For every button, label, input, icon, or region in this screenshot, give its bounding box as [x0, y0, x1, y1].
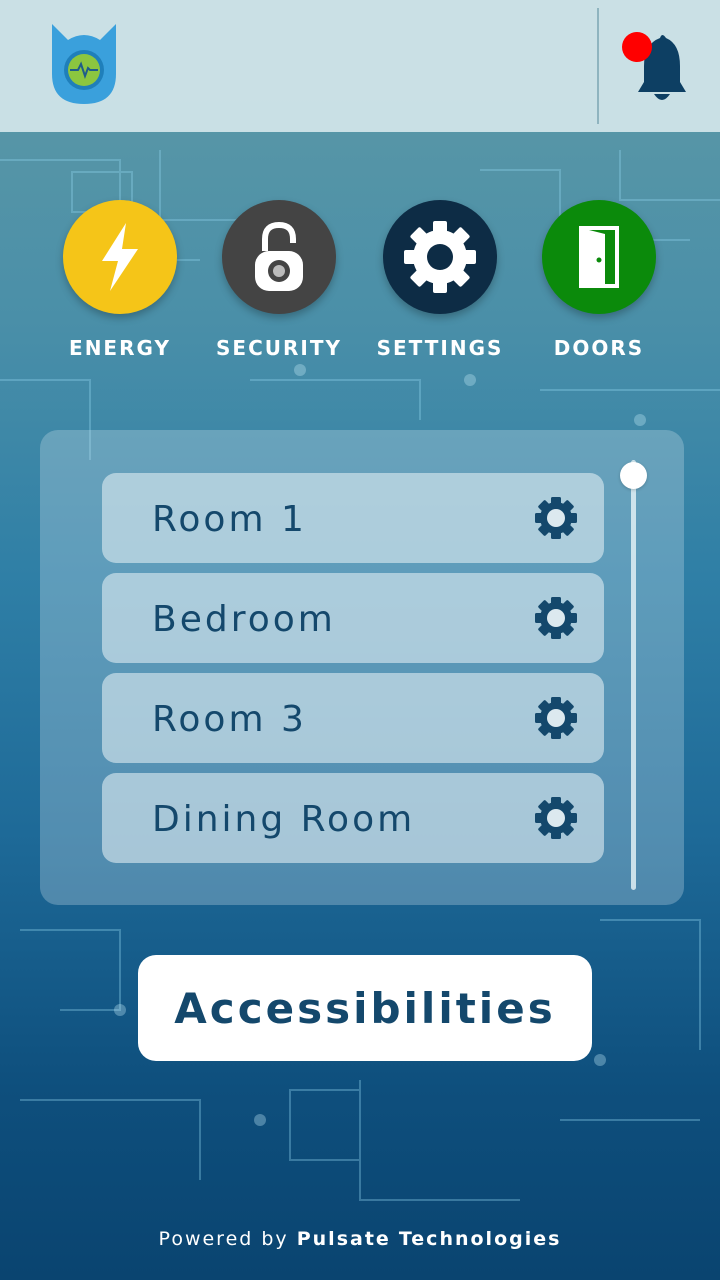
category-energy[interactable]: ENERGY: [50, 200, 190, 360]
footer-company-2: Technologies: [398, 1228, 562, 1250]
room-item[interactable]: Bedroom: [102, 573, 604, 663]
padlock-icon: [255, 221, 303, 291]
doors-circle: [542, 200, 656, 314]
home-screen: ENERGY SECURITY SETTINGS DOORS Room 1 Be…: [0, 0, 720, 1280]
lightning-icon: [102, 223, 138, 291]
door-icon: [579, 226, 619, 288]
accessibilities-button[interactable]: Accessibilities: [138, 955, 592, 1061]
category-security[interactable]: SECURITY: [209, 200, 349, 360]
footer-by: by: [261, 1228, 289, 1250]
scrollbar-track[interactable]: [631, 460, 636, 890]
room-item[interactable]: Room 1: [102, 473, 604, 563]
gear-icon[interactable]: [534, 496, 578, 540]
security-circle: [222, 200, 336, 314]
category-label: ENERGY: [69, 336, 171, 360]
room-item[interactable]: Dining Room: [102, 773, 604, 863]
energy-circle: [63, 200, 177, 314]
shield-heartbeat-logo[interactable]: [50, 22, 118, 106]
footer-credit: Powered by Pulsate Technologies: [0, 1228, 720, 1250]
scrollbar-thumb[interactable]: [620, 462, 647, 489]
room-name: Room 3: [152, 699, 307, 740]
header-bar: [0, 0, 720, 132]
category-label: SETTINGS: [376, 336, 504, 360]
room-name: Room 1: [152, 499, 307, 540]
header-divider: [597, 8, 599, 124]
footer-company-1: Pulsate: [296, 1228, 391, 1250]
room-name: Bedroom: [152, 599, 336, 640]
gear-icon[interactable]: [534, 796, 578, 840]
category-label: SECURITY: [216, 336, 342, 360]
footer-powered: Powered: [158, 1228, 254, 1250]
gear-icon[interactable]: [534, 596, 578, 640]
gear-icon[interactable]: [534, 696, 578, 740]
room-name: Dining Room: [152, 799, 416, 840]
bell-icon[interactable]: [622, 30, 690, 104]
rooms-panel: Room 1 Bedroom Room 3 Dining Room: [40, 430, 684, 905]
room-item[interactable]: Room 3: [102, 673, 604, 763]
notification-badge: [622, 32, 652, 62]
category-settings[interactable]: SETTINGS: [370, 200, 510, 360]
category-label: DOORS: [553, 336, 645, 360]
settings-circle: [383, 200, 497, 314]
gear-icon: [404, 221, 476, 293]
category-doors[interactable]: DOORS: [529, 200, 669, 360]
